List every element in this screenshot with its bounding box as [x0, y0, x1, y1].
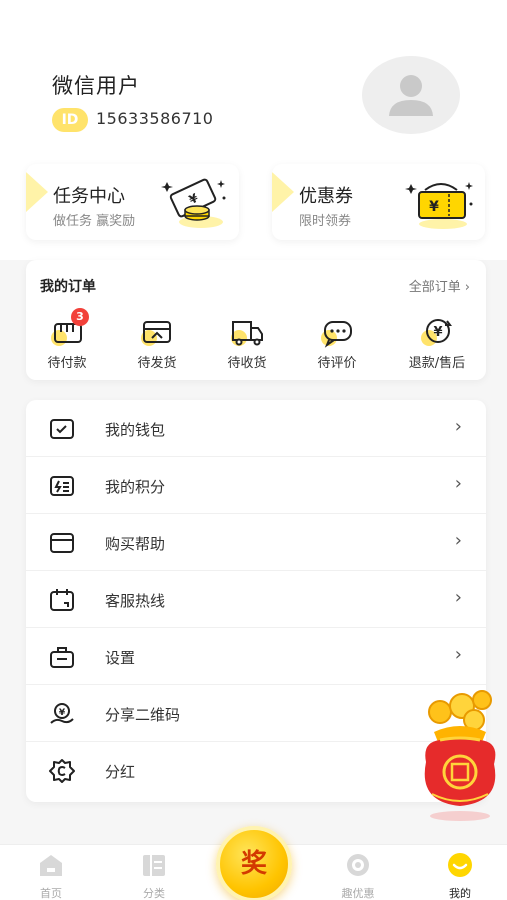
svg-text:¥: ¥	[59, 708, 66, 718]
task-center-card[interactable]: 任务中心 做任务 赢奖励 ¥	[26, 164, 239, 240]
unread-count-badge: 3	[71, 308, 89, 326]
nav-label: 我的	[449, 887, 471, 900]
nav-label: 趣优惠	[341, 887, 375, 900]
svg-text:¥: ¥	[433, 325, 442, 340]
nav-tab-category[interactable]: 分类	[119, 845, 189, 900]
yuan-coupon-icon: ¥	[405, 182, 473, 229]
order-pending-shipment[interactable]: 待发货	[122, 316, 192, 371]
menu-item-wallet[interactable]: 我的钱包 ›	[26, 400, 486, 457]
user-placeholder-icon	[389, 75, 433, 116]
smile-profile-icon	[448, 853, 472, 877]
refund-yuan-icon: ¥	[421, 319, 452, 346]
order-label: 待付款	[47, 356, 87, 371]
reward-center-button[interactable]: 奖	[216, 826, 292, 900]
chevron-right-icon: ›	[454, 587, 462, 608]
nav-tab-mine[interactable]: 我的	[425, 845, 495, 900]
delivery-truck-icon	[231, 321, 263, 346]
coupon-card[interactable]: 优惠券 限时领券 ¥	[272, 164, 485, 240]
chevron-right-icon: ›	[454, 644, 462, 665]
promo-title: 任务中心	[53, 186, 125, 207]
nav-label: 分类	[143, 887, 165, 900]
all-orders-link[interactable]: 全部订单 ›	[409, 276, 470, 295]
order-refund-aftersales[interactable]: ¥ 退款/售后	[392, 316, 482, 371]
nav-label: 首页	[40, 887, 62, 900]
order-label: 待收货	[227, 356, 267, 371]
profile-section: 微信用户 ID 15633586710	[0, 0, 507, 150]
promo-title: 优惠券	[299, 186, 353, 207]
menu-item-settings[interactable]: 设置 ›	[26, 628, 486, 685]
menu-item-label: 分享二维码	[105, 706, 181, 724]
order-label: 待发货	[137, 356, 177, 371]
svg-text:¥: ¥	[429, 199, 439, 215]
my-orders-card: 我的订单 全部订单 › 3 待付款 待发货 待收货 待评价 ¥ 退款/售后	[26, 260, 486, 380]
id-badge: ID	[52, 108, 88, 132]
user-nickname: 微信用户	[52, 74, 140, 98]
chevron-right-icon: ›	[464, 280, 470, 295]
lucky-bag-icon[interactable]	[412, 690, 504, 826]
order-pending-review[interactable]: 待评价	[302, 316, 372, 371]
help-card-icon	[50, 533, 74, 553]
settings-bag-icon	[50, 647, 74, 668]
menu-item-label: 设置	[105, 649, 136, 667]
home-icon	[40, 855, 62, 876]
comment-bubble-icon	[321, 321, 352, 348]
coin-ticket-icon: ¥	[161, 178, 226, 228]
order-pending-payment[interactable]: 3 待付款	[32, 308, 102, 371]
menu-item-label: 购买帮助	[105, 535, 166, 553]
share-hand-yuan-icon: ¥	[50, 703, 74, 724]
dividend-gear-icon	[49, 759, 75, 783]
card-corner-decoration	[272, 172, 294, 212]
eye-discount-icon	[347, 854, 369, 876]
hotline-calendar-icon	[50, 589, 74, 611]
reward-button-label: 奖	[240, 849, 267, 879]
all-orders-label: 全部订单	[408, 280, 461, 295]
orders-title: 我的订单	[40, 279, 96, 295]
order-pending-receipt[interactable]: 待收货	[212, 316, 282, 371]
menu-item-label: 客服热线	[105, 592, 166, 610]
menu-item-hotline[interactable]: 客服热线 ›	[26, 571, 486, 628]
points-card-icon	[50, 476, 74, 496]
category-icon	[143, 855, 165, 876]
nav-tab-discount[interactable]: 趣优惠	[323, 845, 393, 900]
menu-item-label: 分红	[105, 763, 136, 781]
order-label: 退款/售后	[408, 356, 466, 371]
menu-item-purchase-help[interactable]: 购买帮助 ›	[26, 514, 486, 571]
nav-tab-home[interactable]: 首页	[16, 845, 86, 900]
menu-item-points[interactable]: 我的积分 ›	[26, 457, 486, 514]
chevron-right-icon: ›	[454, 416, 462, 437]
chevron-right-icon: ›	[454, 473, 462, 494]
order-label: 待评价	[317, 356, 357, 371]
package-ship-icon	[141, 321, 171, 346]
card-corner-decoration	[26, 172, 48, 212]
wallet-icon	[50, 419, 74, 439]
menu-item-label: 我的积分	[105, 478, 166, 496]
avatar[interactable]	[362, 56, 460, 134]
promo-subtitle: 做任务 赢奖励	[53, 214, 136, 229]
chevron-right-icon: ›	[454, 530, 462, 551]
promo-subtitle: 限时领券	[299, 214, 352, 229]
menu-item-label: 我的钱包	[105, 421, 166, 439]
user-phone: 15633586710	[96, 109, 214, 128]
